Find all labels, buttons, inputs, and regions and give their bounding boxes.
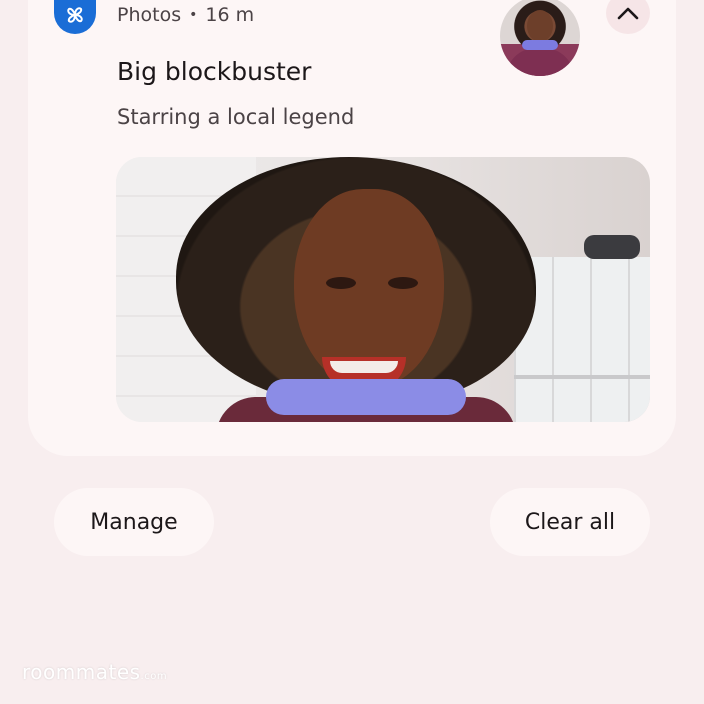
notification-time: 16 m [205,4,255,26]
pinwheel-icon [67,7,83,23]
notification-photo[interactable] [116,157,650,422]
avatar [500,0,580,76]
clear-all-button[interactable]: Clear all [490,488,650,556]
notification-header: Photos • 16 m [117,4,254,26]
watermark: roommates.com [22,660,167,684]
manage-button[interactable]: Manage [54,488,214,556]
watermark-suffix: .com [140,671,168,682]
header-separator: • [189,7,198,23]
watermark-text: roommates [22,660,141,684]
notification-title: Big blockbuster [117,57,312,86]
notification-subtitle: Starring a local legend [117,105,355,129]
chevron-up-icon [617,7,639,20]
app-name: Photos [117,4,182,26]
